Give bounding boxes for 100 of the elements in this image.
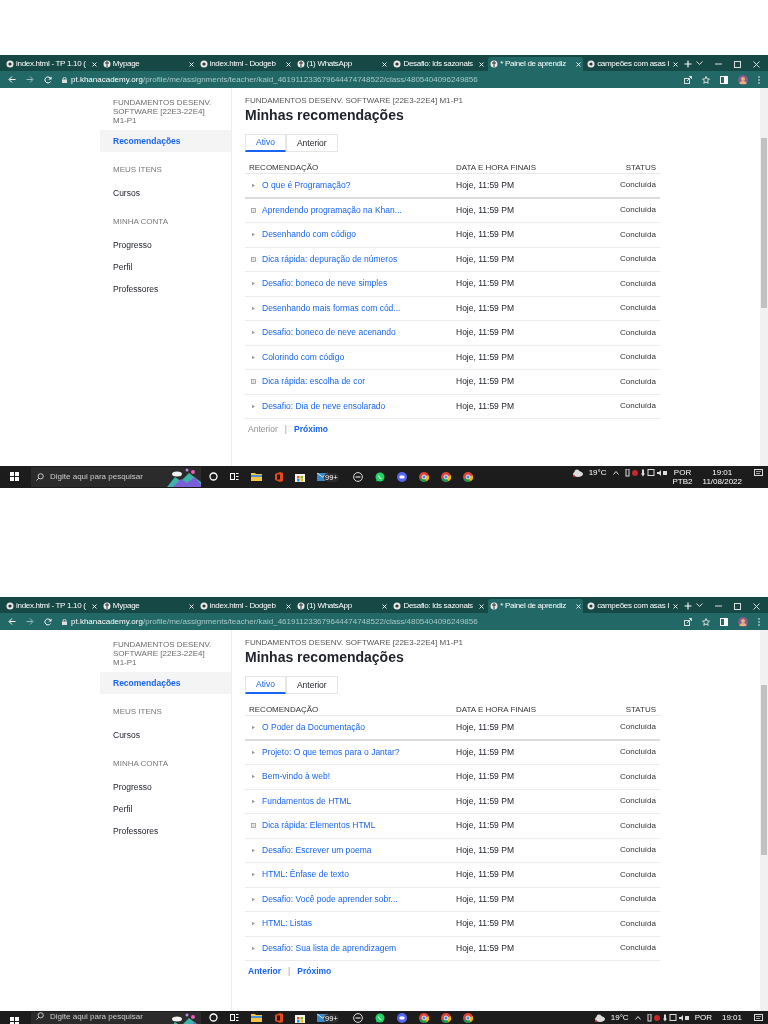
chat-bubble-icon[interactable] [375, 1013, 385, 1023]
chrome-icon[interactable] [463, 472, 473, 482]
recommendation-link[interactable]: Colorindo com código [262, 350, 345, 364]
sidebar-link[interactable]: Cursos [100, 724, 231, 746]
recommendation-link[interactable]: HTML: Listas [262, 917, 313, 931]
recommendation-link[interactable]: Fundamentos de HTML [262, 794, 352, 808]
close-icon[interactable] [753, 603, 760, 610]
recommendation-link[interactable]: Desafio: boneco de neve acenando [262, 326, 396, 340]
browser-tab[interactable]: * Painel de aprendiz [488, 599, 584, 613]
recommendation-link[interactable]: Dica rápida: depuração de números [262, 252, 398, 266]
browser-tab[interactable]: index.html - Dodgeb [197, 599, 293, 613]
recommendation-link[interactable]: O que é Programação? [262, 178, 351, 192]
avatar-icon[interactable] [738, 74, 748, 85]
recommendation-link[interactable]: Desafio: Dia de neve ensolarado [262, 399, 386, 413]
pagination-link[interactable]: Próximo [297, 965, 332, 978]
browser-tab[interactable]: index.html - TP 1.10 ( [4, 57, 99, 71]
browser-tab[interactable]: (1) WhatsApp [294, 57, 390, 71]
reload-icon[interactable] [44, 75, 52, 84]
browser-tab[interactable]: Desafio: lds sazonais [391, 599, 487, 613]
browser-tab[interactable]: campeões com asas I [585, 57, 680, 71]
browser-tab[interactable]: index.html - TP 1.10 ( [4, 599, 99, 613]
browser-tab[interactable]: index.html - Dodgeb [197, 57, 293, 71]
chrome-icon[interactable] [419, 472, 429, 482]
browser-tab[interactable]: * Painel de aprendiz [488, 57, 584, 71]
recommendation-link[interactable]: Desafio: boneco de neve simples [262, 277, 388, 291]
chevron-up-icon[interactable] [612, 471, 619, 475]
recommendation-link[interactable]: Bem-vindo à web! [262, 770, 331, 784]
notifications-icon[interactable] [754, 469, 764, 478]
scrollbar[interactable] [760, 88, 768, 466]
notifications-icon[interactable] [754, 1014, 764, 1023]
sidebar-link[interactable]: Cursos [100, 182, 231, 204]
windows-logo-icon[interactable] [10, 1017, 19, 1024]
chrome-icon[interactable] [463, 1013, 473, 1023]
browser-tab[interactable]: (1) WhatsApp [294, 599, 390, 613]
recommendation-link[interactable]: Projeto: O que temos para o Jantar? [262, 745, 400, 759]
keyboard-layout-indicator[interactable]: PTB2 [672, 477, 693, 486]
chrome-icon[interactable] [441, 472, 451, 482]
recommendation-link[interactable]: Desafio: Sua lista de aprendizagem [262, 941, 397, 955]
circle-icon[interactable] [209, 472, 218, 481]
browser-tab[interactable]: Mypage [100, 599, 196, 613]
back-arrow-icon[interactable] [8, 618, 16, 625]
maximize-icon[interactable] [734, 61, 741, 68]
search-field[interactable]: Digite aqui para pesquisar [31, 467, 201, 487]
recommendation-link[interactable]: HTML: Ênfase de texto [262, 868, 349, 882]
close-icon[interactable] [753, 61, 760, 68]
recommendation-link[interactable]: O Poder da Documentação [262, 720, 365, 734]
windows-logo-icon[interactable] [10, 472, 19, 481]
share-icon[interactable] [684, 617, 692, 626]
share-icon[interactable] [684, 75, 692, 84]
forward-arrow-icon[interactable] [26, 618, 34, 625]
chrome-icon[interactable] [441, 1013, 451, 1023]
filter-tab[interactable]: Ativo [245, 134, 286, 152]
side-panel-icon[interactable] [720, 75, 728, 84]
office-icon[interactable] [274, 472, 283, 482]
folder-icon[interactable] [251, 1013, 262, 1022]
side-panel-icon[interactable] [720, 617, 728, 626]
task-view-icon[interactable] [230, 1013, 239, 1022]
chrome-icon[interactable] [419, 1013, 429, 1023]
new-tab-icon[interactable] [684, 602, 692, 610]
sidebar-link[interactable]: Progresso [100, 234, 231, 256]
store-icon[interactable] [295, 1013, 305, 1023]
clock-time[interactable]: 19:01 [712, 468, 733, 477]
sidebar-link[interactable]: Recomendações [100, 672, 231, 694]
sidebar-link[interactable]: Perfil [100, 798, 231, 820]
forward-arrow-icon[interactable] [26, 76, 34, 83]
scrollbar[interactable] [760, 630, 768, 1011]
chevron-down-icon[interactable] [696, 61, 703, 66]
folder-icon[interactable] [251, 472, 262, 481]
sidebar-link[interactable]: Recomendações [100, 130, 231, 152]
browser-tab[interactable]: Desafio: lds sazonais [391, 57, 487, 71]
sidebar-link[interactable]: Perfil [100, 256, 231, 278]
sidebar-link[interactable]: Progresso [100, 776, 231, 798]
sidebar-link[interactable]: Professores [100, 278, 231, 300]
recommendation-link[interactable]: Desenhando mais formas com cód... [262, 301, 401, 315]
circle-icon[interactable] [209, 1013, 218, 1022]
reload-icon[interactable] [44, 617, 52, 626]
recommendation-link[interactable]: Dica rápida: escolha de cor [262, 375, 365, 389]
language-indicator[interactable]: POR [673, 468, 692, 477]
recommendation-link[interactable]: Desafio: Você pode aprender sobr... [262, 892, 398, 906]
pagination-link[interactable]: Anterior [248, 965, 282, 978]
recommendation-link[interactable]: Dica rápida: Elementos HTML [262, 819, 376, 833]
store-icon[interactable] [295, 472, 305, 482]
star-icon[interactable] [702, 75, 710, 84]
task-view-icon[interactable] [230, 472, 239, 481]
recommendation-link[interactable]: Desafio: Escrever um poema [262, 843, 372, 857]
recommendation-link[interactable]: Aprendendo programação na Khan... [262, 203, 402, 217]
filter-tab[interactable]: Ativo [245, 676, 286, 694]
pagination-link[interactable]: Próximo [294, 423, 328, 436]
maximize-icon[interactable] [734, 603, 741, 610]
browser-tab[interactable]: campeões com asas I [585, 599, 680, 613]
office-icon[interactable] [274, 1013, 283, 1023]
filter-tab[interactable]: Anterior [285, 134, 338, 152]
avatar-icon[interactable] [738, 616, 748, 627]
language-indicator[interactable]: POR [694, 1013, 712, 1022]
sidebar-link[interactable]: Professores [100, 820, 231, 842]
chevron-down-icon[interactable] [696, 603, 703, 608]
clock-time[interactable]: 19:01 [721, 1013, 742, 1022]
back-arrow-icon[interactable] [8, 76, 16, 83]
browser-tab[interactable]: Mypage [100, 57, 196, 71]
star-icon[interactable] [702, 617, 710, 626]
